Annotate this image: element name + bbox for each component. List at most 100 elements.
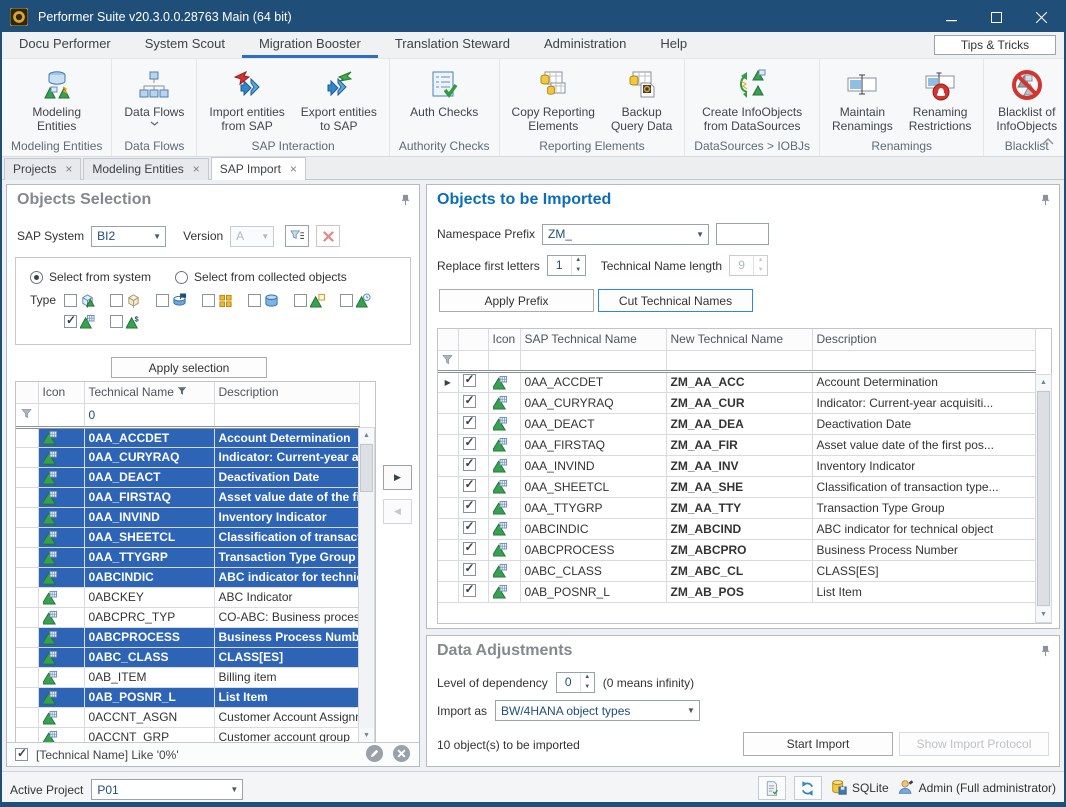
namespace-prefix-combo[interactable]: ZM_▼ [542,224,709,245]
filter-enabled-checkbox[interactable] [15,748,28,761]
level-of-dependency-stepper[interactable]: 0▲▼ [556,672,595,693]
spin-down-icon[interactable]: ▼ [572,266,585,276]
object-row[interactable]: 0AA_DEACTDeactivation Date [16,467,359,487]
import-entities-from-sap-button[interactable]: Import entitiesfrom SAP [202,62,291,133]
type-filter-checkbox[interactable] [202,294,215,307]
object-row[interactable]: 0AA_TTYGRPTransaction Type Group [16,547,359,567]
description-column-header[interactable]: Description [812,329,1035,350]
right-table-scrollbar[interactable]: ▲ ▼ [1035,374,1052,623]
type-filter-checkbox[interactable] [248,294,261,307]
object-row[interactable]: 0ABCPROCESSBusiness Process Number [16,627,359,647]
backup-query-data-button[interactable]: BackupQuery Data [604,62,679,133]
object-row[interactable]: 0AA_FIRSTAQAsset value date of the first… [16,487,359,507]
menu-help[interactable]: Help [643,32,704,58]
start-import-button[interactable]: Start Import [743,732,893,756]
type-filter-checkbox[interactable] [110,294,123,307]
import-row-checkbox[interactable] [463,521,476,534]
tab-sap-import[interactable]: SAP Import× [211,157,306,180]
object-row[interactable]: 0AA_CURYRAQIndicator: Current-year acqu.… [16,447,359,467]
funnel-filter-icon[interactable] [285,225,309,247]
object-row[interactable]: 0AB_POSNR_LList Item [16,687,359,707]
new-name-filter-cell[interactable] [666,350,812,371]
scroll-up-icon[interactable]: ▲ [359,428,374,443]
type-filter-checkbox[interactable] [110,315,123,328]
technical-name-column-header[interactable]: Technical Name [84,382,214,403]
scroll-down-icon[interactable]: ▼ [359,728,374,743]
import-row-checkbox[interactable] [463,374,476,387]
auth-checks-button[interactable]: Auth Checks [403,62,485,119]
spin-down-icon[interactable]: ▼ [581,683,594,693]
edit-filter-icon[interactable] [365,744,384,766]
blacklist-of-infoobjects-button[interactable]: Blacklist ofInfoObjects [989,62,1064,133]
type-filter-checkbox[interactable] [340,294,353,307]
import-row-checkbox[interactable] [463,437,476,450]
icon-filter-cell[interactable] [488,350,520,371]
apply-prefix-button[interactable]: Apply Prefix [439,289,594,312]
clear-filter-icon[interactable] [316,225,340,247]
import-row[interactable]: 0AA_INVINDZM_AA_INVInventory Indicator [438,455,1035,476]
scroll-up-icon[interactable]: ▲ [1036,375,1051,390]
import-row-checkbox[interactable] [463,416,476,429]
import-row-checkbox[interactable] [463,479,476,492]
icon-filter-cell[interactable] [38,403,84,427]
tab-modeling-entities[interactable]: Modeling Entities× [83,158,208,180]
left-table-scrollbar[interactable]: ▲ ▼ [358,427,375,744]
data-flows-button[interactable]: Data Flows [117,62,191,126]
type-filter-checkbox[interactable] [156,294,169,307]
namespace-suffix-input[interactable] [716,223,769,245]
move-right-button[interactable]: ▶ [383,465,412,490]
tab-projects[interactable]: Projects× [4,158,81,180]
sap-name-filter-cell[interactable] [520,350,666,371]
new-technical-name-column-header[interactable]: New Technical Name [666,329,812,350]
scrollbar-thumb[interactable] [360,444,373,492]
pin-icon[interactable] [401,194,410,209]
object-row[interactable]: ▶0AA_ACCDETAccount Determination [16,427,359,447]
import-row-checkbox[interactable] [463,395,476,408]
import-row-checkbox[interactable] [463,458,476,471]
menu-translation-steward[interactable]: Translation Steward [378,32,527,58]
radio-select-from-collected[interactable] [175,271,188,284]
renaming-restrictions-button[interactable]: RenamingRestrictions [902,62,979,133]
object-row[interactable]: 0ABCKEYABC Indicator [16,587,359,607]
import-row-checkbox[interactable] [463,584,476,597]
import-row[interactable]: 0AB_POSNR_LZM_AB_POSList Item [438,581,1035,602]
import-row[interactable]: 0AA_TTYGRPZM_AA_TTYTransaction Type Grou… [438,497,1035,518]
type-filter-checkbox[interactable] [64,294,77,307]
spin-up-icon[interactable]: ▲ [572,256,585,266]
minimize-icon[interactable] [929,2,974,32]
import-row[interactable]: 0AA_DEACTZM_AA_DEADeactivation Date [438,413,1035,434]
pin-icon[interactable] [1041,194,1050,209]
import-row-checkbox[interactable] [463,563,476,576]
description-column-header[interactable]: Description [214,382,359,403]
menu-docu-performer[interactable]: Docu Performer [2,32,128,58]
import-row[interactable]: 0AA_CURYRAQZM_AA_CURIndicator: Current-y… [438,392,1035,413]
maximize-icon[interactable] [974,2,1019,32]
type-filter-checkbox[interactable] [64,315,77,328]
tips-and-tricks-button[interactable]: Tips & Tricks [934,35,1056,55]
modeling-entities-button[interactable]: ModelingEntities [25,62,89,133]
refresh-icon[interactable] [794,776,822,800]
object-row[interactable]: 0AA_SHEETCLClassification of transaction… [16,527,359,547]
type-filter-checkbox[interactable] [294,294,307,307]
export-entities-to-sap-button[interactable]: Export entitiesto SAP [294,62,384,133]
tab-close-icon[interactable]: × [193,164,200,174]
import-row[interactable]: ▶0AA_ACCDETZM_AA_ACCAccount Determinatio… [438,371,1035,392]
icon-column-header[interactable]: Icon [38,382,84,403]
scrollbar-thumb[interactable] [1037,391,1050,606]
icon-column-header[interactable]: Icon [488,329,520,350]
import-row[interactable]: 0ABCPROCESSZM_ABCPROBusiness Process Num… [438,539,1035,560]
menu-administration[interactable]: Administration [527,32,643,58]
version-combo[interactable]: A▼ [230,226,274,247]
move-left-button[interactable]: ◀ [383,499,412,524]
apply-selection-button[interactable]: Apply selection [111,357,267,378]
menu-system-scout[interactable]: System Scout [128,32,242,58]
import-row[interactable]: 0ABC_CLASSZM_ABC_CLCLASS[ES] [438,560,1035,581]
description-filter-cell[interactable] [812,350,1035,371]
object-row[interactable]: 0ABCPRC_TYPCO-ABC: Business process t... [16,607,359,627]
radio-select-from-system[interactable] [30,271,43,284]
object-row[interactable]: 0ABC_CLASSCLASS[ES] [16,647,359,667]
import-row[interactable]: 0ABCINDICZM_ABCINDABC indicator for tech… [438,518,1035,539]
menu-migration-booster[interactable]: Migration Booster [242,32,378,58]
copy-reporting-elements-button[interactable]: Copy ReportingElements [505,62,602,133]
user-status[interactable]: Admin (Full administrator) [897,778,1056,799]
